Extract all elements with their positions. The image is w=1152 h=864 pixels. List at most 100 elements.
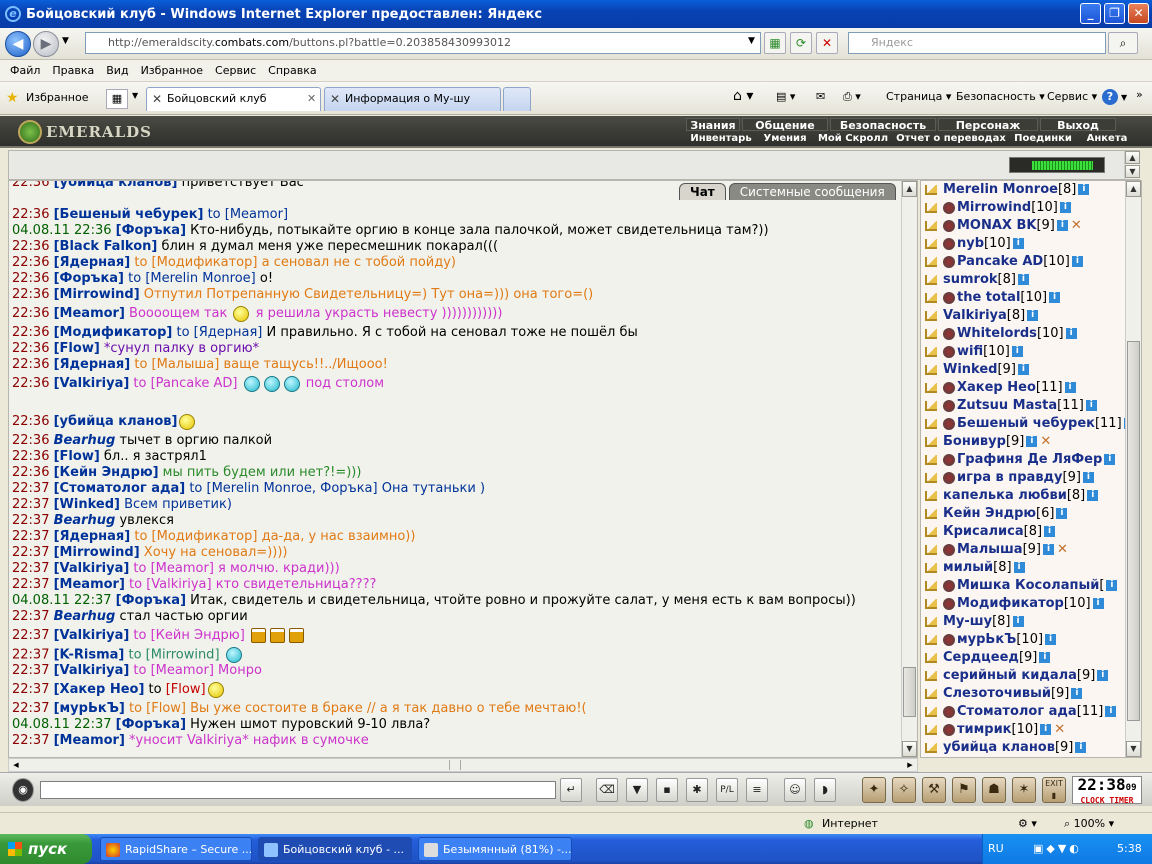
private-message-icon[interactable] [923,399,941,413]
info-icon[interactable]: i [1040,724,1052,735]
action-icon-4[interactable]: ⚑ [952,777,976,803]
info-icon[interactable]: i [1056,508,1068,519]
info-icon[interactable]: i [1064,382,1076,393]
chat-nick[interactable]: Bearhug [54,609,116,624]
tab-fight-club[interactable]: ✕ Бойцовский клуб ✕ [146,87,321,111]
stop-icon[interactable]: ✕ [816,32,838,54]
user-name[interactable]: серийный кидала [943,668,1077,683]
user-name[interactable]: MONAX BK [957,218,1036,233]
user-name[interactable]: Бонивур [943,434,1006,449]
user-name[interactable]: Слезоточивый [943,686,1051,701]
protected-mode-icon[interactable]: ⚙ ▾ [1018,817,1037,830]
menu-transfer-report[interactable]: Отчет о переводах [894,132,1008,145]
info-icon[interactable]: i [1013,562,1025,573]
menu-view[interactable]: Вид [100,64,134,77]
task-fight-club[interactable]: Бойцовский клуб - ... [258,837,412,861]
menu-character[interactable]: Персонаж [938,118,1038,132]
refresh-icon[interactable]: ⟳ [790,32,812,54]
tab-chat[interactable]: Чат [679,183,726,200]
user-name[interactable]: Mirrowind [957,200,1031,215]
info-icon[interactable]: i [1045,634,1057,645]
address-input[interactable]: http://emeraldscity.combats.com/buttons.… [85,32,761,54]
translit-icon[interactable]: ≡ [746,778,768,802]
scroll-down-icon[interactable]: ▼ [902,741,917,757]
private-message-icon[interactable] [923,579,941,593]
chat-nick[interactable]: [Бешеный чебурек] [54,207,204,222]
menu-skills[interactable]: Умения [758,132,812,145]
info-icon[interactable]: i [1011,346,1023,357]
home-icon[interactable]: ⌂ ▾ [733,88,753,104]
quick-tabs-icon[interactable]: ▦ [106,89,128,109]
favorites-button[interactable]: Избранное [26,91,88,104]
user-name[interactable]: Whitelords [957,326,1037,341]
menu-my-scroll[interactable]: Мой Скролл [814,132,892,145]
clan-icon[interactable] [943,543,955,556]
task-rapidshare[interactable]: RapidShare – Secure ... [100,837,252,861]
private-message-icon[interactable] [923,363,941,377]
chat-nick[interactable]: [Форъка] [116,223,186,238]
timer-label[interactable]: TIMER [1109,796,1133,805]
chat-scrollbar[interactable]: ▲ ▼ [901,181,917,757]
menu-knowledge[interactable]: Знания [686,118,740,132]
private-icon[interactable]: P/L [716,778,738,802]
info-icon[interactable]: i [1026,436,1038,447]
chat-nick[interactable]: [Winked] [54,497,120,512]
private-message-icon[interactable] [923,327,941,341]
private-message-icon[interactable] [923,615,941,629]
user-name[interactable]: wifi [957,344,983,359]
clan-icon[interactable] [943,417,955,430]
compat-view-icon[interactable]: ▦ [764,32,786,54]
chat-nick[interactable]: [Форъка] [54,271,124,286]
chat-nick[interactable]: [Valkiriya] [54,376,130,391]
chat-nick[interactable]: [Valkiriya] [54,663,130,678]
feeds-icon[interactable]: ▤ ▾ [776,90,795,103]
info-icon[interactable]: i [1056,220,1068,231]
help-dropdown-icon[interactable]: ▼ [1121,93,1127,102]
scroll-thumb[interactable] [1127,341,1140,721]
user-name[interactable]: the total [957,290,1020,305]
chat-nick[interactable]: [Meamor] [54,577,125,592]
user-name[interactable]: Zutsuu Masta [957,398,1057,413]
user-name[interactable]: Му-шу [943,614,992,629]
private-message-icon[interactable] [923,525,941,539]
chat-nick[interactable]: [K-Risma] [54,648,125,663]
walk-icon[interactable]: ✱ [686,778,708,802]
chat-nick[interactable]: [Ядерная] [54,529,131,544]
private-message-icon[interactable] [923,201,941,215]
menu-file[interactable]: Файл [4,64,46,77]
search-icon[interactable]: ⌕ [1108,32,1138,54]
speaker-icon[interactable]: ◉ [12,778,34,802]
filter-icon[interactable]: ▼ [626,778,648,802]
user-name[interactable]: мурЬкЪ [957,632,1016,647]
minimize-button[interactable]: _ [1080,3,1101,24]
helmet-icon[interactable]: ◗ [814,778,836,802]
private-message-icon[interactable] [923,237,941,251]
private-message-icon[interactable] [923,651,941,665]
menu-exit[interactable]: Выход [1040,118,1116,132]
smiley-icon[interactable]: ☺ [784,778,806,802]
user-name[interactable]: Мишка Косолапый [957,578,1099,593]
user-name[interactable]: убийца кланов [943,740,1055,755]
private-message-icon[interactable] [923,453,941,467]
menu-profile[interactable]: Анкета [1078,132,1136,145]
user-name[interactable]: милый [943,560,993,575]
scroll-up-icon[interactable]: ▲ [1126,181,1141,197]
clan-icon[interactable] [943,597,955,610]
language-indicator[interactable]: RU [988,834,1004,864]
menu-inventory[interactable]: Инвентарь [686,132,756,145]
clan-icon[interactable] [943,219,955,232]
clan-icon[interactable] [943,471,955,484]
chat-nick[interactable]: [Meamor] [54,306,125,321]
save-icon[interactable]: ▪ [656,778,678,802]
chat-nick[interactable]: [Ядерная] [54,357,131,372]
scroll-down-icon[interactable]: ▼ [1126,741,1141,757]
private-message-icon[interactable] [923,687,941,701]
chat-nick[interactable]: [мурЬкЪ] [54,701,125,716]
user-name[interactable]: Крисалиса [943,524,1024,539]
chat-nick[interactable]: [Ядерная] [54,255,131,270]
chat-nick[interactable]: [Valkiriya] [54,628,130,643]
info-icon[interactable]: i [1097,670,1109,681]
menu-favorites[interactable]: Избранное [135,64,209,77]
info-icon[interactable]: i [1059,202,1071,213]
clan-icon[interactable] [943,579,955,592]
